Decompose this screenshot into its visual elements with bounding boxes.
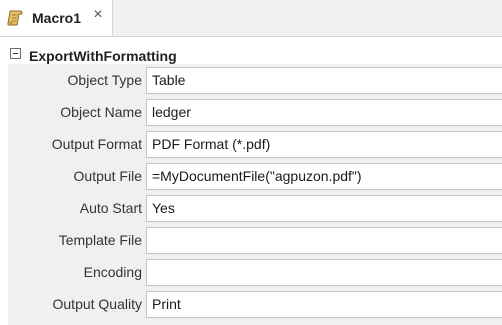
tab-title: Macro1	[32, 10, 82, 26]
argument-row-output-quality: Output Quality Print	[8, 288, 502, 320]
argument-row-object-name: Object Name ledger	[8, 96, 502, 128]
macro-action-pane: ExportWithFormatting Object Type Table O…	[0, 37, 502, 325]
object-type-field[interactable]: Table	[146, 67, 502, 94]
argument-label: Encoding	[83, 264, 142, 280]
argument-label: Template File	[58, 232, 142, 248]
document-tab-strip: Macro1 ×	[0, 0, 502, 37]
argument-row-object-type: Object Type Table	[8, 64, 502, 96]
argument-row-output-file: Output File =MyDocumentFile("agpuzon.pdf…	[8, 160, 502, 192]
action-name: ExportWithFormatting	[29, 48, 177, 64]
argument-row-template-file: Template File	[8, 224, 502, 256]
macro-scroll-icon	[6, 9, 24, 27]
argument-label: Output Format	[51, 136, 142, 152]
collapse-icon[interactable]	[10, 48, 21, 59]
output-format-field[interactable]: PDF Format (*.pdf)	[146, 131, 502, 158]
object-name-field[interactable]: ledger	[146, 99, 502, 126]
argument-label: Object Name	[60, 104, 142, 120]
argument-row-output-format: Output Format PDF Format (*.pdf)	[8, 128, 502, 160]
action-arguments: Object Type Table Object Name ledger Out…	[8, 64, 502, 325]
tab-macro1[interactable]: Macro1 ×	[0, 0, 113, 36]
template-file-field[interactable]	[146, 227, 502, 254]
close-icon[interactable]: ×	[91, 7, 105, 23]
argument-label: Auto Start	[79, 200, 142, 216]
output-file-field[interactable]: =MyDocumentFile("agpuzon.pdf")	[146, 163, 502, 190]
argument-row-encoding: Encoding	[8, 256, 502, 288]
argument-label: Output Quality	[52, 296, 143, 312]
output-quality-field[interactable]: Print	[146, 291, 502, 318]
argument-label: Output File	[73, 168, 142, 184]
encoding-field[interactable]	[146, 259, 502, 286]
argument-row-auto-start: Auto Start Yes	[8, 192, 502, 224]
argument-label: Object Type	[67, 72, 142, 88]
auto-start-field[interactable]: Yes	[146, 195, 502, 222]
